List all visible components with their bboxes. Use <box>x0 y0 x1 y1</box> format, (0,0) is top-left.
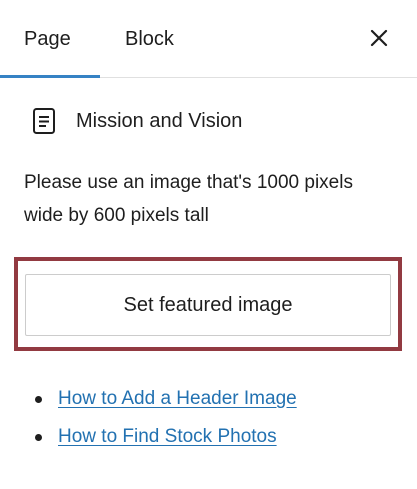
post-summary: Mission and Vision <box>32 107 242 135</box>
settings-sidebar: Page Block Mission and Vision Please use… <box>0 0 417 489</box>
sidebar-tabs: Page Block <box>0 0 417 78</box>
post-title: Mission and Vision <box>76 109 243 132</box>
help-link-header-image[interactable]: How to Add a Header Image <box>58 388 297 409</box>
set-featured-image-button[interactable]: Set featured image <box>25 274 391 336</box>
bullet <box>35 434 42 441</box>
help-links-list: How to Add a Header Image How to Find St… <box>24 382 297 458</box>
featured-image-instruction: Please use an image that's 1000 pixels w… <box>24 172 353 226</box>
close-icon <box>370 29 388 47</box>
close-button[interactable] <box>367 26 391 50</box>
document-icon <box>32 107 56 135</box>
active-tab-indicator <box>0 75 100 78</box>
help-link-stock-photos[interactable]: How to Find Stock Photos <box>58 426 277 447</box>
list-item: How to Find Stock Photos <box>24 420 297 458</box>
bullet <box>35 396 42 403</box>
list-item: How to Add a Header Image <box>24 382 297 420</box>
tab-block[interactable]: Block <box>125 0 174 78</box>
tab-page[interactable]: Page <box>24 0 71 78</box>
